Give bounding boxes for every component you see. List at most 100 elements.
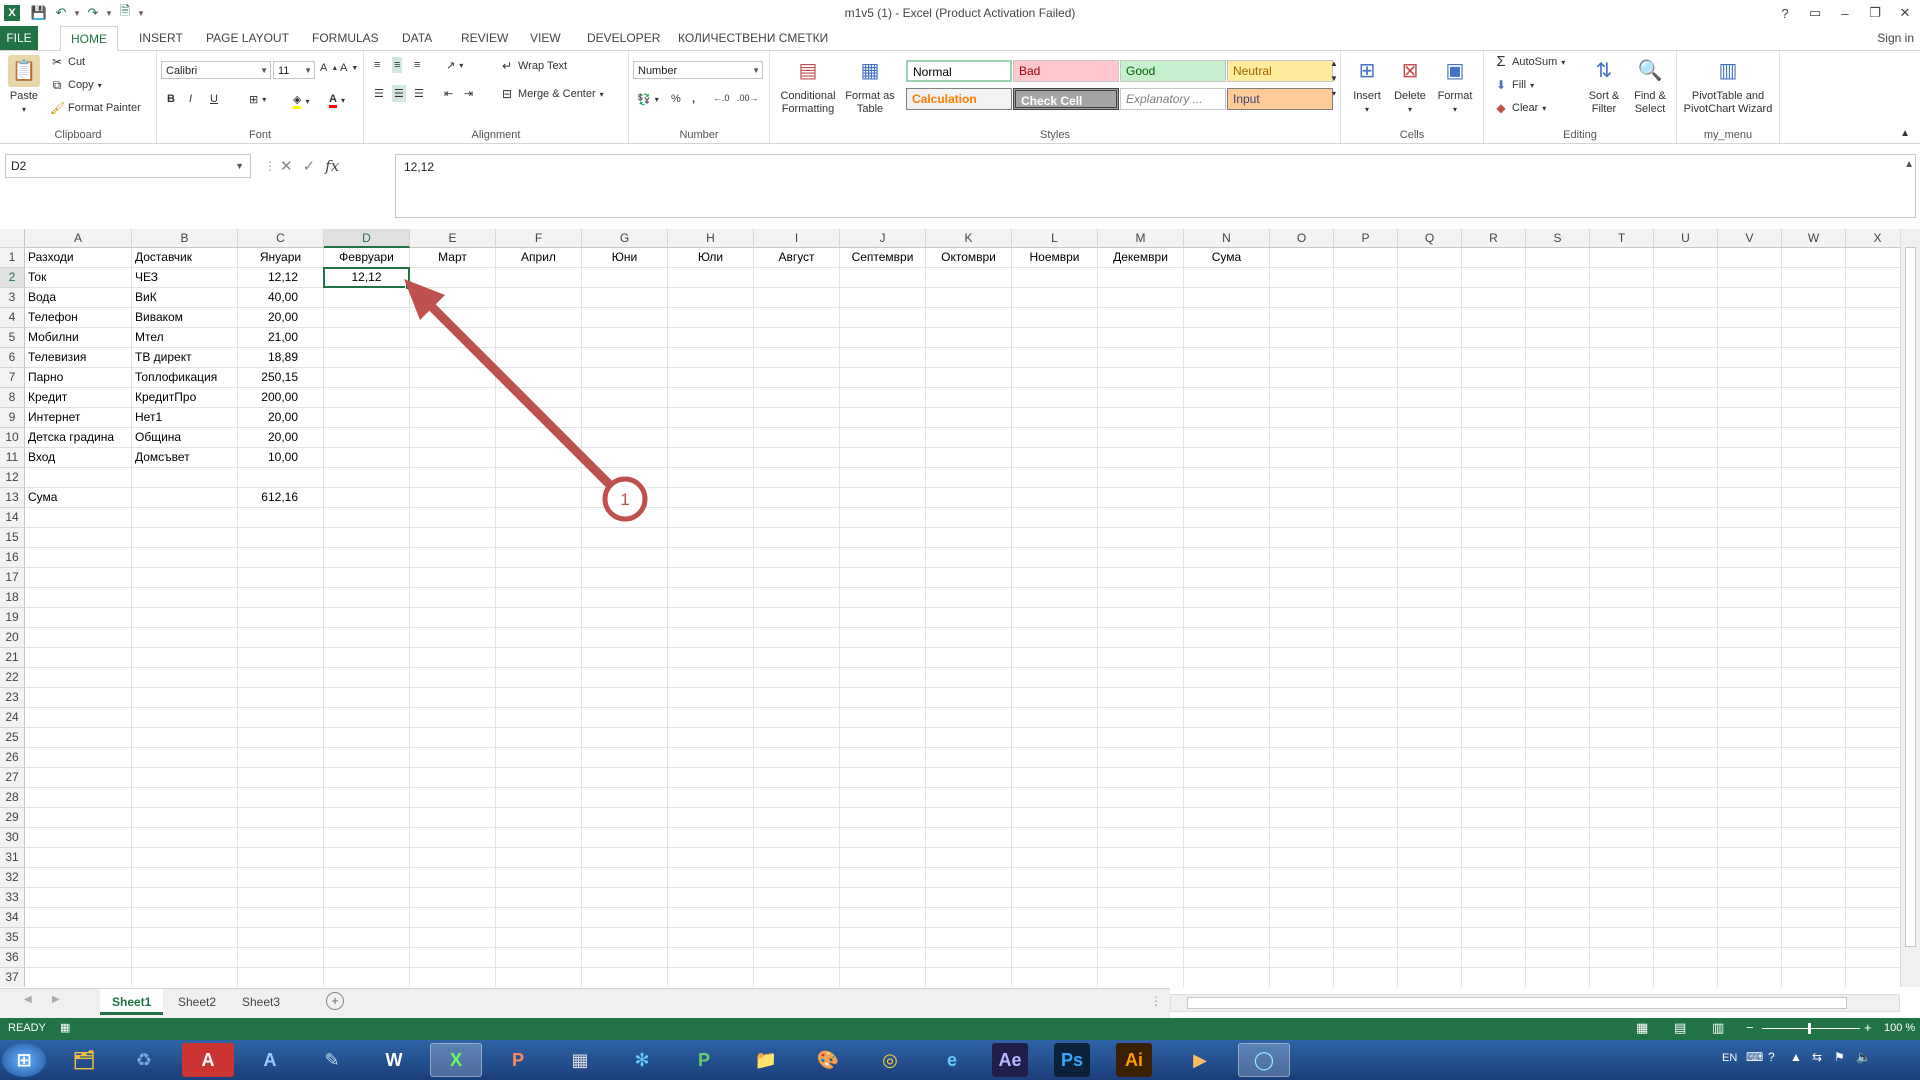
cell[interactable]: [1718, 568, 1782, 588]
cell[interactable]: [1654, 268, 1718, 288]
cell[interactable]: [25, 808, 132, 828]
column-header-e[interactable]: E: [410, 229, 496, 248]
word-icon[interactable]: W: [368, 1043, 420, 1077]
cell[interactable]: [1398, 928, 1462, 948]
cell[interactable]: [1270, 248, 1334, 268]
cell[interactable]: [1782, 808, 1846, 828]
cell[interactable]: [1098, 908, 1184, 928]
cell[interactable]: [1098, 468, 1184, 488]
cell[interactable]: [582, 288, 668, 308]
cell[interactable]: [1718, 768, 1782, 788]
expense-cell[interactable]: Телевизия: [25, 348, 132, 368]
cell[interactable]: [324, 868, 410, 888]
cell[interactable]: [410, 888, 496, 908]
cell[interactable]: [1718, 748, 1782, 768]
cell[interactable]: [1270, 468, 1334, 488]
tray-arrow-icon[interactable]: ▲: [1790, 1050, 1802, 1064]
cell[interactable]: [1654, 408, 1718, 428]
cell[interactable]: [1590, 568, 1654, 588]
cell[interactable]: [1782, 628, 1846, 648]
cell[interactable]: [668, 468, 754, 488]
cell[interactable]: [668, 728, 754, 748]
select-all-corner[interactable]: [0, 229, 25, 248]
cell[interactable]: [496, 648, 582, 668]
cell[interactable]: [1398, 968, 1462, 987]
cell[interactable]: [926, 748, 1012, 768]
cell[interactable]: [324, 488, 410, 508]
cell[interactable]: [1462, 708, 1526, 728]
cell[interactable]: [410, 908, 496, 928]
cell[interactable]: [132, 628, 238, 648]
cell[interactable]: [324, 948, 410, 968]
cell[interactable]: [1334, 888, 1398, 908]
media-player-icon[interactable]: ▶: [1174, 1043, 1226, 1077]
cell[interactable]: [1462, 728, 1526, 748]
cell[interactable]: [324, 828, 410, 848]
cell[interactable]: [1654, 888, 1718, 908]
excel-taskbar-icon[interactable]: X: [430, 1043, 482, 1077]
cell[interactable]: [1718, 808, 1782, 828]
cell[interactable]: [1334, 768, 1398, 788]
cell[interactable]: [1846, 388, 1900, 408]
cell[interactable]: [1782, 608, 1846, 628]
cell[interactable]: [1526, 768, 1590, 788]
expense-cell[interactable]: Вода: [25, 288, 132, 308]
cell[interactable]: [1334, 688, 1398, 708]
cell[interactable]: [840, 888, 926, 908]
cell[interactable]: [840, 388, 926, 408]
cell[interactable]: [1184, 888, 1270, 908]
cell[interactable]: [582, 728, 668, 748]
header-cell[interactable]: Юли: [668, 248, 754, 268]
row-header-10[interactable]: 10: [0, 428, 25, 448]
cell[interactable]: [1718, 468, 1782, 488]
cell[interactable]: [324, 708, 410, 728]
cell[interactable]: [1098, 668, 1184, 688]
cell[interactable]: [1012, 668, 1098, 688]
cell[interactable]: [668, 848, 754, 868]
internet-explorer-icon[interactable]: e: [926, 1043, 978, 1077]
align-right-icon[interactable]: ☰: [414, 87, 424, 100]
cell[interactable]: [1718, 908, 1782, 928]
cell[interactable]: [410, 288, 496, 308]
cell[interactable]: [840, 588, 926, 608]
cell[interactable]: [1334, 488, 1398, 508]
cell[interactable]: [1270, 508, 1334, 528]
cell[interactable]: [840, 768, 926, 788]
cell[interactable]: [1334, 828, 1398, 848]
cell[interactable]: [840, 668, 926, 688]
cell[interactable]: [754, 688, 840, 708]
cell[interactable]: [324, 508, 410, 528]
amount-cell[interactable]: 20,00: [238, 428, 324, 448]
cell[interactable]: [1012, 568, 1098, 588]
cell[interactable]: [410, 448, 496, 468]
cell[interactable]: [1270, 488, 1334, 508]
cell[interactable]: [582, 448, 668, 468]
cell[interactable]: [926, 508, 1012, 528]
accounting-format-icon[interactable]: 💱 ▾: [637, 93, 659, 106]
cell[interactable]: [1526, 908, 1590, 928]
cell[interactable]: [238, 508, 324, 528]
cell[interactable]: [1184, 928, 1270, 948]
sheet-scroll-left-icon[interactable]: ◀: [24, 994, 32, 1005]
cell[interactable]: [238, 648, 324, 668]
cell[interactable]: [1398, 248, 1462, 268]
cell[interactable]: [1462, 628, 1526, 648]
cell[interactable]: [1098, 648, 1184, 668]
cell[interactable]: [1184, 748, 1270, 768]
cell[interactable]: [1526, 928, 1590, 948]
row-header-5[interactable]: 5: [0, 328, 25, 348]
cell[interactable]: [1462, 668, 1526, 688]
cell[interactable]: [1098, 428, 1184, 448]
cell[interactable]: [1590, 888, 1654, 908]
cell[interactable]: [1654, 568, 1718, 588]
cell[interactable]: [840, 968, 926, 987]
cell[interactable]: [1098, 868, 1184, 888]
expense-cell[interactable]: Ток: [25, 268, 132, 288]
row-header-29[interactable]: 29: [0, 808, 25, 828]
cell[interactable]: [1718, 668, 1782, 688]
cell[interactable]: [1654, 308, 1718, 328]
cell[interactable]: [1184, 608, 1270, 628]
cell[interactable]: [496, 428, 582, 448]
column-header-o[interactable]: O: [1270, 229, 1334, 248]
cell[interactable]: [840, 288, 926, 308]
